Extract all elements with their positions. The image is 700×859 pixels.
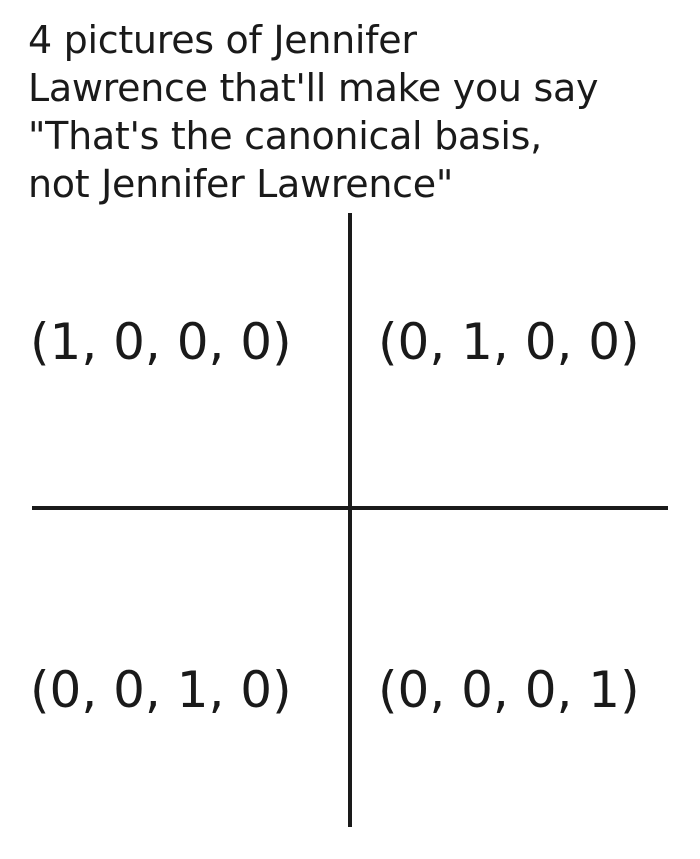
title-line-2: Lawrence that'll make you say <box>28 66 599 110</box>
title-line-3: "That's the canonical basis, <box>28 114 542 158</box>
cell-bottom-right-vector: (0, 0, 0, 1) <box>378 661 640 719</box>
vertical-divider <box>348 213 352 827</box>
title-line-1: 4 pictures of Jennifer <box>28 18 417 62</box>
meme-title: 4 pictures of Jennifer Lawrence that'll … <box>28 16 688 208</box>
horizontal-divider <box>32 506 668 510</box>
title-line-4: not Jennifer Lawrence" <box>28 162 454 206</box>
cell-top-right-vector: (0, 1, 0, 0) <box>378 313 640 371</box>
cell-bottom-left-vector: (0, 0, 1, 0) <box>30 661 292 719</box>
cell-top-left-vector: (1, 0, 0, 0) <box>30 313 292 371</box>
